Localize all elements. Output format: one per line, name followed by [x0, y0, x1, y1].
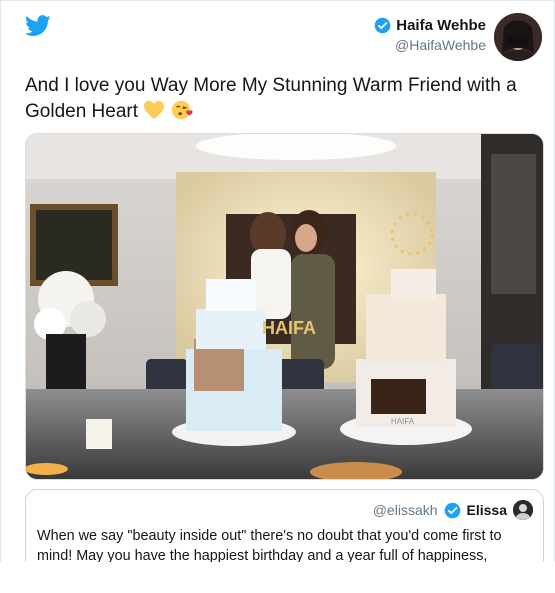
verified-badge-icon: [444, 502, 460, 518]
quoted-author-name[interactable]: Elissa: [467, 502, 507, 518]
quoted-author-avatar[interactable]: [513, 500, 533, 520]
page-bottom: [0, 562, 555, 593]
author-handle[interactable]: @HaifaWehbe: [374, 37, 486, 53]
right-cake-letters: HAIFA: [391, 417, 415, 426]
tweet-card: Haifa Wehbe @HaifaWehbe And I love you W…: [0, 0, 555, 563]
author-name[interactable]: Haifa Wehbe: [396, 17, 486, 34]
quoted-tweet-text: When we say "beauty inside out" there's …: [37, 528, 502, 563]
verified-badge-icon: [374, 17, 391, 34]
author-avatar[interactable]: [494, 13, 542, 61]
tweet-photo[interactable]: HAIFA HAIFA: [25, 133, 544, 480]
quoted-author-handle[interactable]: @elissakh: [373, 502, 438, 518]
tweet-text: And I love you Way More My Stunning Warm…: [25, 73, 535, 125]
tweet-author[interactable]: Haifa Wehbe @HaifaWehbe: [374, 17, 486, 53]
face-blowing-kiss-icon: [171, 100, 193, 120]
twitter-bird-icon[interactable]: [25, 15, 51, 37]
tweet-body: And I love you Way More My Stunning Warm…: [25, 75, 517, 122]
quoted-tweet[interactable]: @elissakh Elissa When we say "beauty ins…: [25, 489, 544, 563]
left-cake-letters: HAIFA: [262, 318, 316, 338]
yellow-heart-icon: [144, 100, 165, 120]
